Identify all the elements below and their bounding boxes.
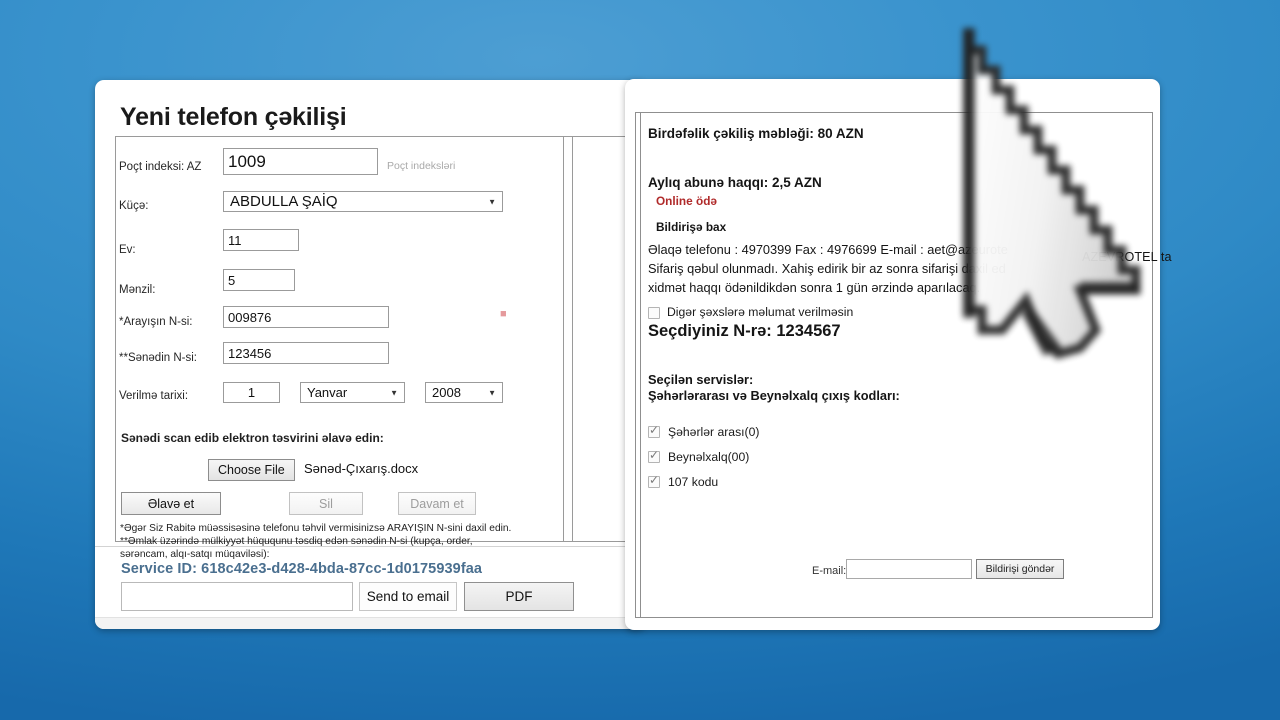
chosen-file-name: Sənəd-Çıxarış.docx [304, 461, 419, 476]
continue-button[interactable]: Davam et [398, 492, 476, 515]
postal-index-input[interactable] [223, 148, 378, 175]
delete-button[interactable]: Sil [289, 492, 363, 515]
left-form-card: Yeni telefon çəkilişi Poçt indeksi: AZ P… [95, 80, 646, 629]
privacy-checkbox-label: Digər şəxslərə məlumat verilməsin [667, 305, 854, 319]
label-postal-index: Poçt indeksi: AZ [119, 161, 202, 173]
right-frame-left-border-1 [635, 112, 636, 617]
service-checkbox-label-107: 107 kodu [668, 475, 719, 489]
document-number-input[interactable] [223, 342, 389, 364]
footnote-1: *Əgər Siz Rabitə müəssisəsinə telefonu t… [120, 523, 512, 534]
service-email-input[interactable] [121, 582, 353, 611]
label-issue-date: Verilmə tarixi: [119, 390, 189, 402]
azevrotel-overlay-text: AZEVROTEL ta [1082, 250, 1172, 264]
selected-services-heading: Seçilən servislər: [648, 372, 754, 387]
service-checkbox-label-intercity: Şəhərlər arası(0) [668, 425, 760, 439]
one-time-fee-text: Birdəfəlik çəkiliş məbləği: 80 AZN [648, 126, 864, 141]
contact-info-line: Əlaqə telefonu : 4970399 Fax : 4976699 E… [648, 242, 1008, 257]
monthly-fee-text: Aylıq abunə haqqı: 2,5 AZN [648, 175, 822, 190]
choose-file-button[interactable]: Choose File [208, 459, 295, 481]
order-status-line: Sifariş qəbul olunmadı. Xahiş edirik bir… [648, 261, 1006, 276]
send-to-email-button[interactable]: Send to email [359, 582, 457, 611]
exit-codes-heading: Şəhərlərarası və Beynəlxalq çıxış kodlar… [648, 388, 900, 403]
page-title: Yeni telefon çəkilişi [120, 103, 347, 131]
label-street: Küçə: [119, 200, 149, 212]
house-input[interactable] [223, 229, 299, 251]
card-divider [95, 546, 646, 547]
required-marker-icon: ■ [500, 308, 507, 320]
label-house: Ev: [119, 244, 136, 256]
chevron-down-icon: ▼ [390, 388, 398, 397]
issue-day-input[interactable] [223, 382, 280, 403]
card-bottom-strip [95, 617, 646, 629]
service-timing-line: xidmət haqqı ödənildikdən sonra 1 gün ər… [648, 280, 981, 295]
form-frame-divider-1 [563, 136, 564, 542]
form-frame-divider-2 [572, 136, 573, 542]
label-apartment: Mənzil: [119, 284, 156, 296]
online-pay-link[interactable]: Online ödə [656, 194, 717, 208]
issue-month-select[interactable]: Yanvar ▼ [300, 382, 405, 403]
service-checkbox-intercity[interactable] [648, 423, 660, 438]
issue-year-select[interactable]: 2008 ▼ [425, 382, 503, 403]
label-document-number: **Sənədin N-si: [119, 352, 197, 364]
service-checkbox-107[interactable] [648, 473, 660, 488]
postal-index-hint: Poçt indeksləri [387, 160, 456, 172]
email-input[interactable] [846, 559, 972, 579]
service-checkbox-label-international: Beynəlxalq(00) [668, 450, 750, 464]
issue-month-value: Yanvar [307, 385, 348, 400]
right-frame-right-border [1152, 112, 1153, 618]
street-select[interactable]: ABDULLA ŞAİQ ▼ [223, 191, 503, 212]
chevron-down-icon: ▼ [488, 197, 496, 206]
apartment-input[interactable] [223, 269, 295, 291]
issue-year-value: 2008 [432, 385, 461, 400]
app-background: Yeni telefon çəkilişi Poçt indeksi: AZ P… [0, 0, 1280, 720]
email-label: E-mail: [812, 565, 847, 577]
footnote-3: sərəncam, alqı-satqı müqaviləsi): [120, 549, 270, 560]
right-frame-bottom-border [635, 617, 1152, 618]
selected-number-text: Seçdiyiniz N-rə: 1234567 [648, 322, 841, 340]
view-notice-link[interactable]: Bildirişə bax [656, 220, 726, 234]
chevron-down-icon: ▼ [488, 388, 496, 397]
service-checkbox-international[interactable] [648, 448, 660, 463]
right-summary-card: Birdəfəlik çəkiliş məbləği: 80 AZN Aylıq… [625, 79, 1160, 630]
left-card-content: Yeni telefon çəkilişi Poçt indeksi: AZ P… [95, 80, 646, 629]
right-frame-top-border [635, 112, 1152, 113]
street-select-value: ABDULLA ŞAİQ [230, 193, 338, 210]
right-frame-left-border-2 [640, 112, 641, 617]
upload-caption: Sənədi scan edib elektron təsvirini əlav… [121, 431, 384, 445]
add-button[interactable]: Əlavə et [121, 492, 221, 515]
service-id-text: Service ID: 618c42e3-d428-4bda-87cc-1d01… [121, 561, 483, 577]
label-certificate-number: *Arayışın N-si: [119, 316, 193, 328]
send-notification-button[interactable]: Bildirişi göndər [976, 559, 1064, 579]
certificate-number-input[interactable] [223, 306, 389, 328]
pdf-button[interactable]: PDF [464, 582, 574, 611]
privacy-checkbox[interactable] [648, 307, 660, 319]
